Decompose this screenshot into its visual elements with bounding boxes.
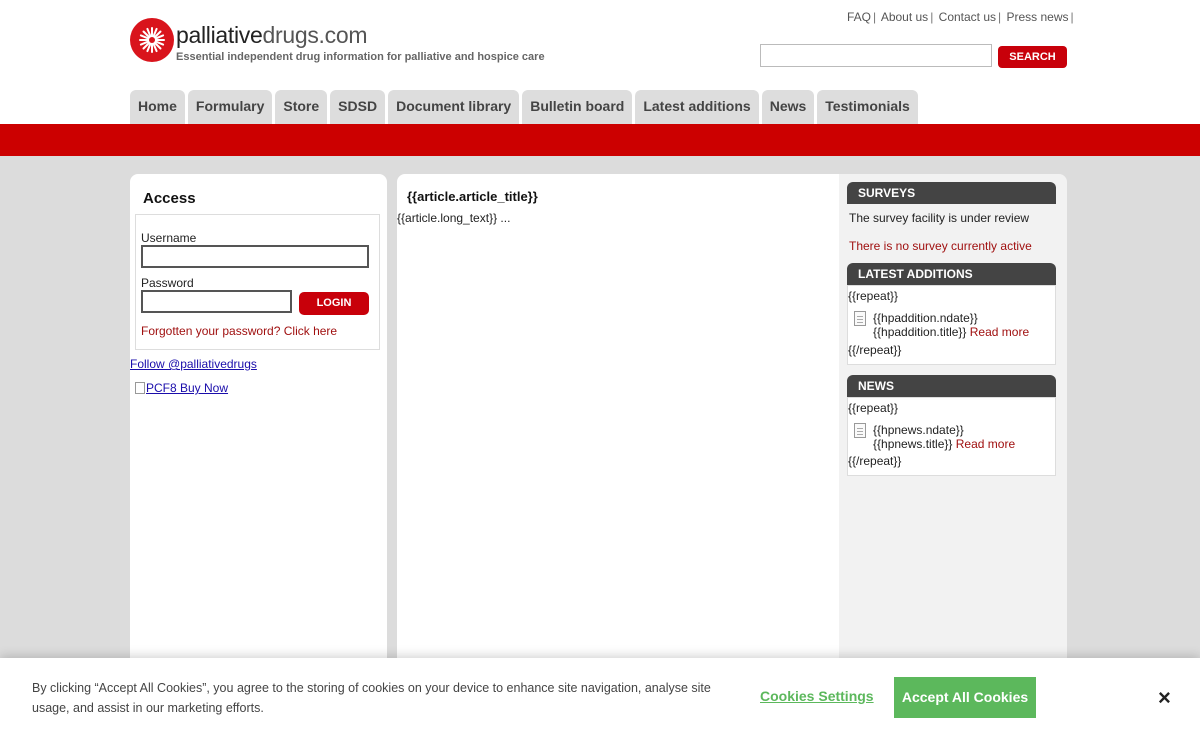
faq-link[interactable]: FAQ: [847, 10, 871, 24]
survey-status-text: The survey facility is under review: [849, 211, 1030, 225]
addition-title-row: {{hpaddition.title}} Read more: [873, 325, 1029, 339]
main-nav: Home Formulary Store SDSD Document libra…: [130, 90, 918, 124]
username-label: Username: [141, 231, 197, 245]
nav-tab-formulary[interactable]: Formulary: [187, 90, 273, 124]
nav-tab-testimonials[interactable]: Testimonials: [817, 90, 918, 124]
article-text: {{article.long_text}} ...: [397, 211, 511, 225]
nav-tab-sdsd[interactable]: SDSD: [330, 90, 386, 124]
document-icon: [854, 423, 866, 438]
surveys-heading: SURVEYS: [847, 182, 1056, 204]
accept-all-cookies-button[interactable]: Accept All Cookies: [894, 677, 1036, 718]
left-sidebar: Access Username Password LOGIN Forgotten…: [130, 174, 387, 674]
pcf8-label: PCF8 Buy Now: [146, 381, 229, 395]
news-heading: NEWS: [847, 375, 1056, 397]
repeat-close-tag: {{/repeat}}: [848, 343, 902, 357]
news-read-more-link[interactable]: Read more: [956, 437, 1015, 451]
site-tagline: Essential independent drug information f…: [176, 51, 545, 63]
search-input[interactable]: [760, 44, 992, 67]
news-title-row: {{hpnews.title}} Read more: [873, 437, 1015, 451]
news-repeat-close-tag: {{/repeat}}: [848, 454, 902, 468]
contact-us-link[interactable]: Contact us: [939, 10, 996, 24]
close-icon[interactable]: ×: [1158, 687, 1171, 709]
latest-additions-heading: LATEST ADDITIONS: [847, 263, 1056, 285]
search-button[interactable]: SEARCH: [998, 46, 1067, 68]
password-label: Password: [141, 276, 194, 290]
article-title: {{article.article_title}}: [407, 189, 538, 204]
news-title: {{hpnews.title}}: [873, 437, 953, 451]
addition-title: {{hpaddition.title}}: [873, 325, 967, 339]
username-field[interactable]: [141, 245, 369, 268]
press-news-link[interactable]: Press news: [1007, 10, 1069, 24]
access-heading: Access: [143, 190, 196, 207]
site-header: palliativedrugs.com Essential independen…: [0, 0, 1200, 124]
logo-name-bold: palliative: [176, 22, 263, 48]
site-logo-text[interactable]: palliativedrugs.com: [176, 22, 367, 49]
latest-additions-box: {{repeat}} {{hpaddition.ndate}} {{hpaddi…: [847, 285, 1056, 365]
logo-name-light: drugs.com: [262, 22, 368, 48]
right-sidebar: SURVEYS The survey facility is under rev…: [839, 174, 1067, 674]
broken-image-icon: [135, 382, 145, 394]
about-us-link[interactable]: About us: [881, 10, 928, 24]
news-repeat-open-tag: {{repeat}}: [848, 401, 899, 415]
nav-tab-home[interactable]: Home: [130, 90, 185, 124]
top-links: FAQ | About us | Contact us | Press news |: [847, 10, 1074, 24]
nav-tab-store[interactable]: Store: [275, 90, 328, 124]
nav-tab-document-library[interactable]: Document library: [388, 90, 520, 124]
red-banner-bar: [0, 124, 1200, 156]
document-icon: [854, 311, 866, 326]
main-content: {{article.article_title}} {{article.long…: [397, 174, 839, 674]
password-field[interactable]: [141, 290, 292, 313]
logo-icon[interactable]: [130, 18, 174, 62]
cookies-settings-link[interactable]: Cookies Settings: [760, 688, 874, 704]
news-box: {{repeat}} {{hpnews.ndate}} {{hpnews.tit…: [847, 397, 1056, 476]
news-date: {{hpnews.ndate}}: [873, 423, 964, 437]
follow-twitter-link[interactable]: Follow @palliativedrugs: [130, 357, 257, 371]
cookie-banner: By clicking “Accept All Cookies”, you ag…: [0, 658, 1200, 740]
nav-tab-news[interactable]: News: [761, 90, 815, 124]
forgot-password-link[interactable]: Forgotten your password? Click here: [141, 324, 337, 338]
login-form: Username Password LOGIN Forgotten your p…: [135, 214, 380, 350]
addition-read-more-link[interactable]: Read more: [970, 325, 1029, 339]
addition-date: {{hpaddition.ndate}}: [873, 311, 978, 325]
cookie-consent-text: By clicking “Accept All Cookies”, you ag…: [32, 681, 711, 715]
login-button[interactable]: LOGIN: [299, 292, 369, 315]
nav-tab-bulletin-board[interactable]: Bulletin board: [522, 90, 633, 124]
survey-inactive-text: There is no survey currently active: [849, 239, 1032, 253]
pcf8-buy-now-link[interactable]: PCF8 Buy Now: [135, 381, 228, 395]
nav-tab-latest-additions[interactable]: Latest additions: [635, 90, 759, 124]
repeat-open-tag: {{repeat}}: [848, 289, 899, 303]
